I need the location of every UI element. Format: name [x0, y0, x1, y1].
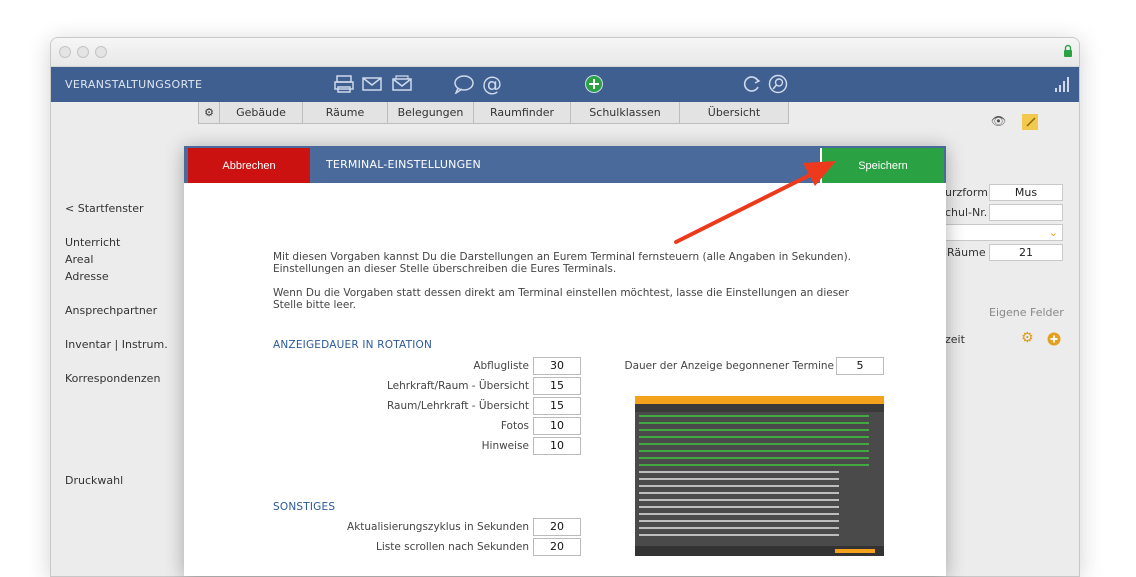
minimize-window-button[interactable]: [77, 46, 89, 58]
sidebar-item-inventar[interactable]: Inventar | Instrum.: [65, 338, 168, 351]
scroll-list-input[interactable]: 20: [533, 538, 581, 556]
schulnr-field[interactable]: [989, 204, 1063, 221]
abflugliste-input[interactable]: 30: [533, 357, 581, 375]
refresh-cycle-label: Aktualisierungszyklus in Sekunden: [347, 521, 529, 533]
terminal-preview-image: [635, 396, 884, 556]
sidebar-item-areal[interactable]: Areal: [65, 253, 93, 266]
zeit-label: zeit: [945, 333, 965, 346]
tab-gebaeude[interactable]: Gebäude: [219, 102, 303, 124]
save-button[interactable]: Speichern: [820, 148, 944, 183]
gear-icon[interactable]: ⚙: [1021, 330, 1034, 346]
close-window-button[interactable]: [59, 46, 71, 58]
add-item-icon[interactable]: [1047, 332, 1061, 346]
sidebar-item-druckwahl[interactable]: Druckwahl: [65, 474, 123, 487]
tab-schulklassen[interactable]: Schulklassen: [570, 102, 680, 124]
eye-icon[interactable]: 👁: [991, 114, 1006, 128]
sidebar-item-ansprechpartner[interactable]: Ansprechpartner: [65, 304, 157, 317]
schulnr-label: chul-Nr.: [945, 206, 988, 219]
cancel-button[interactable]: Abbrechen: [188, 148, 310, 183]
tab-raumfinder[interactable]: Raumfinder: [473, 102, 571, 124]
title-bar: [51, 38, 1079, 67]
dialog-body: Mit diesen Vorgaben kannst Du die Darste…: [184, 183, 946, 576]
app-title: VERANSTALTUNGSORTE: [65, 78, 203, 91]
fotos-input[interactable]: 10: [533, 417, 581, 435]
settings-gear-icon[interactable]: ⚙: [198, 102, 220, 124]
intro-line-3: Wenn Du die Vorgaben statt dessen direkt…: [273, 287, 849, 299]
kurzform-label: urzform: [945, 186, 988, 199]
section-rotation-heading: ANZEIGEDAUER IN ROTATION: [273, 339, 433, 351]
tab-bar: ⚙ Gebäude Räume Belegungen Raumfinder Sc…: [198, 102, 789, 124]
raum-lehrkraft-label: Raum/Lehrkraft - Übersicht: [386, 400, 529, 412]
raum-lehrkraft-input[interactable]: 15: [533, 397, 581, 415]
printer-icon[interactable]: [333, 74, 355, 94]
signal-icon: [1055, 77, 1069, 92]
terminal-settings-dialog: Abbrechen TERMINAL-EINSTELLUNGEN Speiche…: [184, 146, 946, 576]
eigene-felder-tab[interactable]: Eigene Felder: [989, 306, 1064, 319]
lehrkraft-raum-label: Lehrkraft/Raum - Übersicht: [386, 380, 529, 392]
sidebar-start[interactable]: < Startfenster: [65, 202, 144, 215]
raeume-field[interactable]: 21: [989, 244, 1063, 261]
tab-uebersicht[interactable]: Übersicht: [679, 102, 789, 124]
tab-belegungen[interactable]: Belegungen: [387, 102, 474, 124]
abflugliste-label: Abflugliste: [473, 360, 529, 372]
kurzform-field[interactable]: Mus: [989, 184, 1063, 201]
at-icon[interactable]: @: [481, 74, 503, 94]
tab-raeume[interactable]: Räume: [302, 102, 388, 124]
scroll-list-label: Liste scrollen nach Sekunden: [375, 541, 529, 553]
started-duration-input[interactable]: 5: [836, 357, 884, 375]
mail-open-icon[interactable]: [391, 74, 413, 94]
fotos-label: Fotos: [500, 420, 529, 432]
mail-icon[interactable]: [361, 74, 383, 94]
search-icon[interactable]: [767, 74, 789, 94]
sms-icon[interactable]: [453, 74, 475, 94]
section-misc-heading: SONSTIGES: [273, 501, 336, 513]
sidebar-item-unterricht[interactable]: Unterricht: [65, 236, 120, 249]
add-icon[interactable]: [583, 74, 605, 94]
started-duration-label: Dauer der Anzeige begonnener Termine: [624, 360, 835, 372]
lock-icon: [1064, 44, 1072, 57]
lehrkraft-raum-input[interactable]: 15: [533, 377, 581, 395]
note-icon[interactable]: [1021, 113, 1039, 131]
sidebar-item-adresse[interactable]: Adresse: [65, 270, 109, 283]
refresh-icon[interactable]: [741, 74, 763, 94]
intro-line-2: Einstellungen an dieser Stelle überschre…: [273, 263, 617, 275]
refresh-cycle-input[interactable]: 20: [533, 518, 581, 536]
app-toolbar: VERANSTALTUNGSORTE @: [51, 67, 1079, 102]
zoom-window-button[interactable]: [95, 46, 107, 58]
dialog-title: TERMINAL-EINSTELLUNGEN: [326, 158, 481, 171]
intro-line-1: Mit diesen Vorgaben kannst Du die Darste…: [273, 251, 852, 263]
sidebar-item-korrespondenzen[interactable]: Korrespondenzen: [65, 372, 160, 385]
dialog-header: Abbrechen TERMINAL-EINSTELLUNGEN Speiche…: [184, 146, 946, 183]
intro-line-4: Stelle bitte leer.: [273, 299, 357, 311]
raeume-label: Räume: [947, 246, 986, 259]
dropdown-chevron-icon[interactable]: ⌄: [945, 224, 1063, 241]
hinweise-label: Hinweise: [481, 440, 529, 452]
hinweise-input[interactable]: 10: [533, 437, 581, 455]
